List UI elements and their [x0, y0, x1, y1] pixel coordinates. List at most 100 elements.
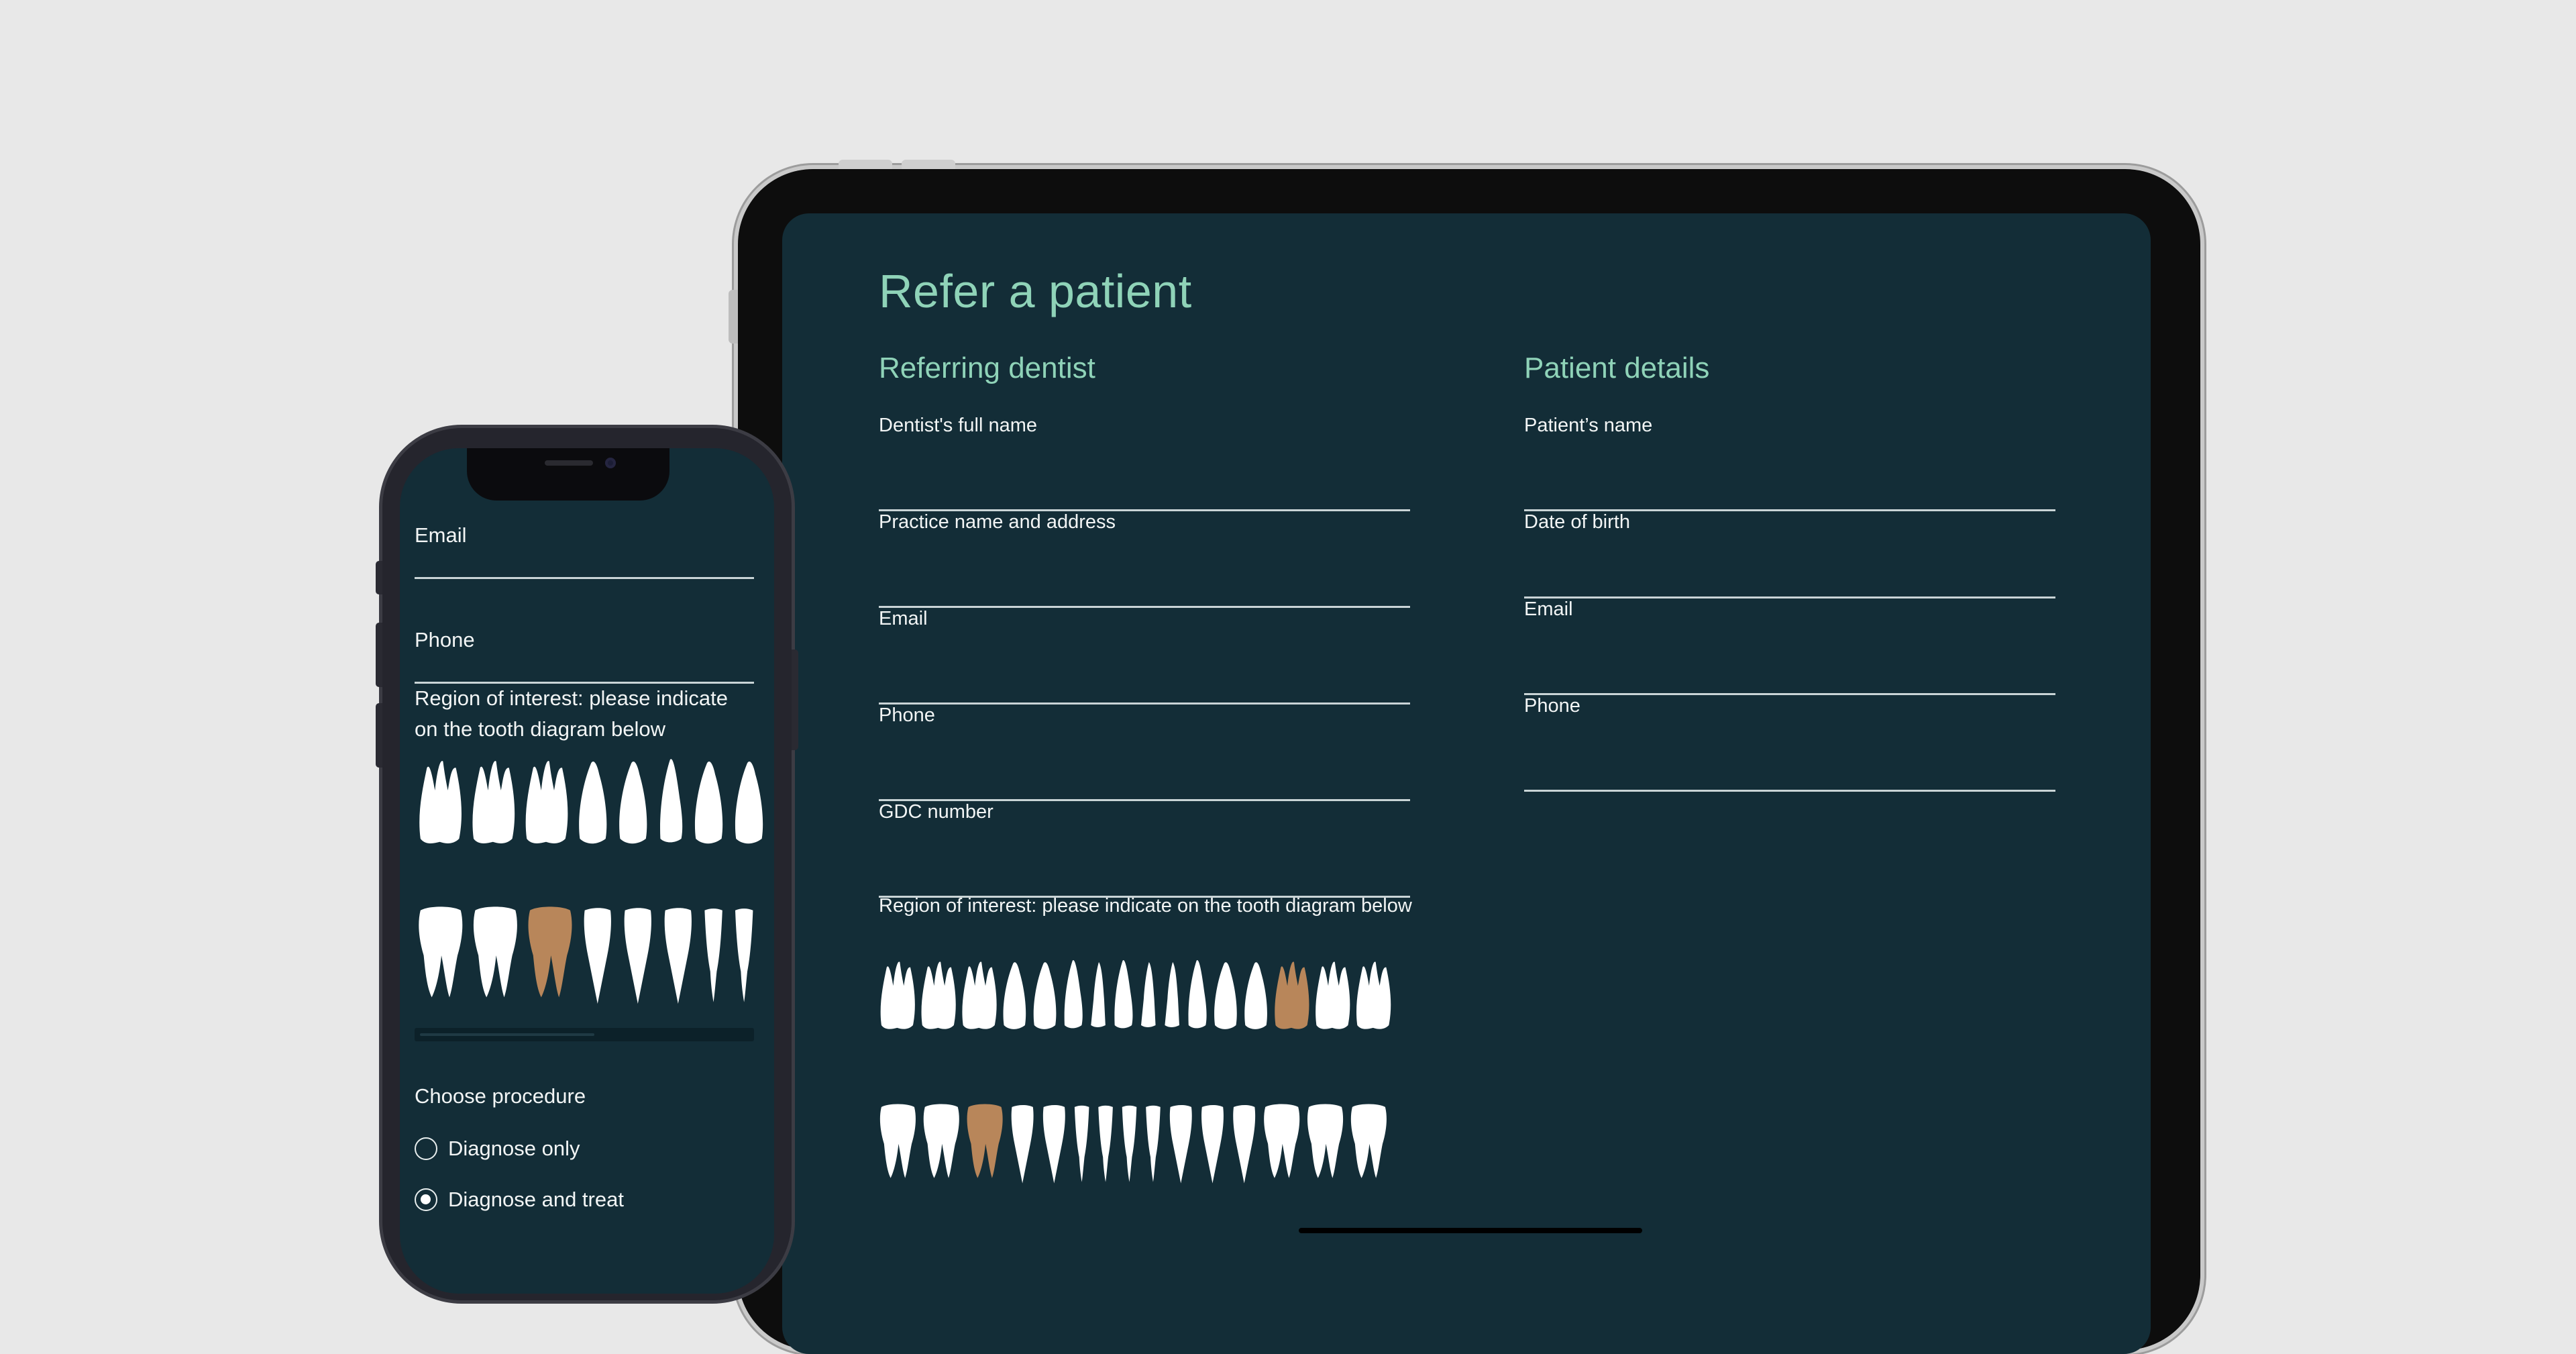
tooth[interactable] — [1214, 962, 1237, 1029]
incisor-tooth-icon[interactable] — [704, 908, 722, 1002]
tooth[interactable] — [921, 961, 956, 1029]
incisor-tooth-icon[interactable] — [1091, 961, 1106, 1027]
patient-email-field[interactable]: Email — [1524, 598, 2055, 695]
molar-tooth-icon[interactable] — [1264, 1104, 1300, 1178]
molar-tooth-icon[interactable] — [1275, 961, 1309, 1029]
tooth[interactable] — [664, 908, 692, 1004]
molar-tooth-icon[interactable] — [923, 1104, 959, 1178]
premolar-tooth-icon[interactable] — [1214, 962, 1237, 1029]
tooth[interactable] — [1003, 962, 1026, 1029]
phone-email-field[interactable]: Email — [415, 486, 754, 586]
tooth[interactable] — [1201, 1104, 1224, 1184]
tooth-selected[interactable] — [967, 1104, 1003, 1178]
premolar-tooth-icon[interactable] — [1003, 962, 1026, 1029]
premolar-tooth-icon[interactable] — [664, 908, 692, 1004]
premolar-tooth-icon[interactable] — [1201, 1104, 1224, 1184]
tooth[interactable] — [619, 762, 647, 844]
radio-unchecked-icon[interactable] — [415, 1137, 437, 1160]
tooth[interactable] — [1091, 961, 1106, 1027]
scrollbar-thumb[interactable] — [420, 1033, 594, 1036]
tooth[interactable] — [1141, 961, 1156, 1027]
tooth[interactable] — [704, 908, 722, 1002]
tooth[interactable] — [1244, 962, 1267, 1029]
tooth[interactable] — [579, 762, 607, 844]
molar-tooth-icon[interactable] — [528, 906, 572, 998]
molar-tooth-icon[interactable] — [880, 961, 915, 1029]
phone-phone-field[interactable]: Phone — [415, 590, 754, 691]
tooth[interactable] — [660, 759, 683, 843]
home-indicator[interactable] — [1299, 1228, 1642, 1233]
incisor-tooth-icon[interactable] — [1074, 1105, 1089, 1182]
tooth[interactable] — [879, 1104, 916, 1178]
molar-tooth-icon[interactable] — [419, 906, 463, 998]
molar-tooth-icon[interactable] — [1307, 1104, 1344, 1178]
tooth[interactable] — [1114, 960, 1133, 1029]
molar-tooth-icon[interactable] — [525, 761, 568, 843]
incisor-tooth-icon[interactable] — [735, 908, 753, 1002]
tooth[interactable] — [1042, 1104, 1065, 1184]
tooth[interactable] — [419, 761, 462, 843]
tooth[interactable] — [1098, 1105, 1113, 1182]
tooth-selected[interactable] — [1275, 961, 1309, 1029]
tooth-diagram-scrollbar[interactable] — [415, 1028, 754, 1041]
molar-tooth-icon[interactable] — [921, 961, 956, 1029]
tooth[interactable] — [735, 908, 753, 1002]
tooth[interactable] — [1264, 1104, 1300, 1178]
practice-name-address-field[interactable]: Practice name and address — [879, 511, 1410, 608]
tooth[interactable] — [1122, 1105, 1137, 1182]
diagnose-only-radio[interactable]: Diagnose only — [415, 1135, 580, 1162]
tooth[interactable] — [1307, 1104, 1344, 1178]
molar-tooth-icon[interactable] — [472, 761, 515, 843]
dentist-full-name-field[interactable]: Dentist's full name — [879, 415, 1410, 511]
premolar-tooth-icon[interactable] — [579, 762, 607, 844]
tooth[interactable] — [962, 961, 997, 1029]
incisor-tooth-icon[interactable] — [1146, 1105, 1161, 1182]
tooth[interactable] — [1011, 1104, 1034, 1184]
tooth[interactable] — [1169, 1104, 1192, 1184]
canine-tooth-icon[interactable] — [660, 759, 683, 843]
molar-tooth-icon[interactable] — [879, 1104, 916, 1178]
tooth[interactable] — [525, 761, 568, 843]
date-of-birth-field[interactable]: Date of birth — [1524, 511, 2055, 598]
premolar-tooth-icon[interactable] — [619, 762, 647, 844]
gdc-number-field[interactable]: GDC number — [879, 801, 1410, 898]
tooth[interactable] — [1074, 1105, 1089, 1182]
tooth[interactable] — [1356, 961, 1391, 1029]
tooth[interactable] — [472, 761, 515, 843]
incisor-tooth-icon[interactable] — [1165, 961, 1179, 1027]
premolar-tooth-icon[interactable] — [624, 908, 651, 1004]
premolar-tooth-icon[interactable] — [694, 762, 723, 844]
molar-tooth-icon[interactable] — [962, 961, 997, 1029]
molar-tooth-icon[interactable] — [1350, 1104, 1387, 1178]
tooth[interactable] — [1165, 961, 1179, 1027]
canine-tooth-icon[interactable] — [1114, 960, 1133, 1029]
tooth[interactable] — [584, 908, 611, 1004]
patient-name-field[interactable]: Patient’s name — [1524, 415, 2055, 511]
tooth[interactable] — [419, 906, 463, 998]
tooth[interactable] — [1146, 1105, 1161, 1182]
tooth[interactable] — [694, 762, 723, 844]
incisor-tooth-icon[interactable] — [1098, 1105, 1113, 1182]
tooth-selected[interactable] — [528, 906, 572, 998]
molar-tooth-icon[interactable] — [967, 1104, 1003, 1178]
premolar-tooth-icon[interactable] — [1233, 1104, 1256, 1184]
tooth[interactable] — [473, 906, 517, 998]
tooth[interactable] — [1064, 960, 1083, 1029]
molar-tooth-icon[interactable] — [473, 906, 517, 998]
tooth[interactable] — [1350, 1104, 1387, 1178]
incisor-tooth-icon[interactable] — [1141, 961, 1156, 1027]
canine-tooth-icon[interactable] — [1188, 960, 1207, 1029]
molar-tooth-icon[interactable] — [1316, 961, 1350, 1029]
premolar-tooth-icon[interactable] — [584, 908, 611, 1004]
diagnose-and-treat-radio[interactable]: Diagnose and treat — [415, 1186, 624, 1213]
tooth[interactable] — [735, 762, 763, 844]
premolar-tooth-icon[interactable] — [1042, 1104, 1065, 1184]
molar-tooth-icon[interactable] — [1356, 961, 1391, 1029]
tooth[interactable] — [1233, 1104, 1256, 1184]
canine-tooth-icon[interactable] — [1064, 960, 1083, 1029]
tooth[interactable] — [1188, 960, 1207, 1029]
premolar-tooth-icon[interactable] — [1169, 1104, 1192, 1184]
tooth[interactable] — [1316, 961, 1350, 1029]
dentist-phone-field[interactable]: Phone — [879, 705, 1410, 801]
tooth[interactable] — [880, 961, 915, 1029]
